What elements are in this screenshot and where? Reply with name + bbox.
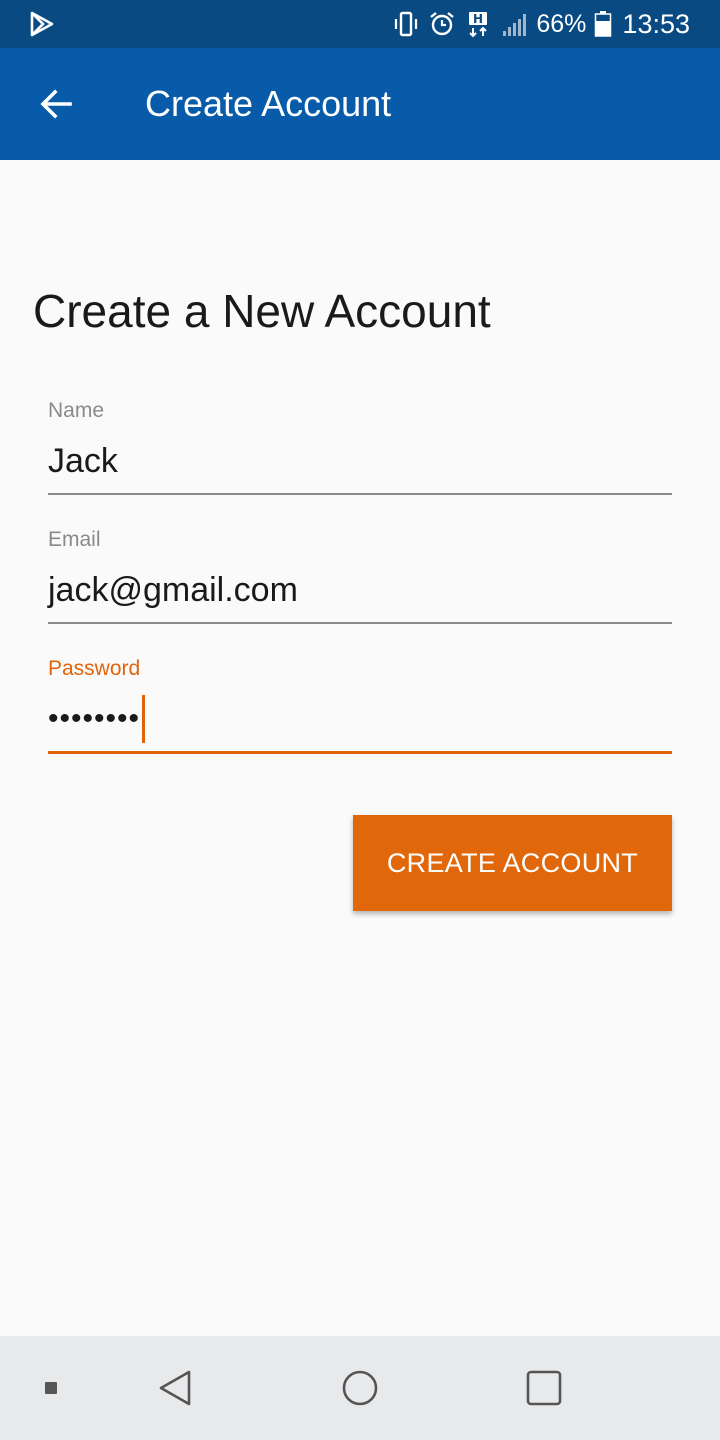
clock: 13:53 xyxy=(622,8,690,39)
page-title: Create a New Account xyxy=(33,285,491,337)
app-bar: Create Account xyxy=(0,48,720,160)
nav-recents-button[interactable] xyxy=(522,1366,566,1410)
back-triangle-icon xyxy=(159,1370,191,1406)
email-field-label: Email xyxy=(48,528,101,551)
hplus-data-icon: H xyxy=(469,12,488,38)
password-field-label: Password xyxy=(48,657,141,680)
battery-percent: 66% xyxy=(536,9,587,38)
alarm-icon xyxy=(430,12,455,36)
nav-back-button[interactable] xyxy=(153,1366,197,1410)
status-bar: H 66% 13:53 xyxy=(0,0,720,48)
menu-dot-button[interactable] xyxy=(29,1366,73,1410)
name-field-underline xyxy=(48,493,672,495)
name-field[interactable]: Name Jack xyxy=(48,397,672,495)
name-input[interactable]: Jack xyxy=(48,435,672,487)
nav-home-button[interactable] xyxy=(338,1366,382,1410)
email-field-underline xyxy=(48,622,672,624)
status-icons: H 66% 13:53 xyxy=(392,0,690,48)
app-bar-title: Create Account xyxy=(145,83,392,124)
svg-text:H: H xyxy=(473,12,483,26)
password-input[interactable]: •••••••• xyxy=(48,693,672,745)
signal-icon xyxy=(503,14,527,36)
password-field-underline xyxy=(48,751,672,754)
create-account-button[interactable]: CREATE ACCOUNT xyxy=(353,815,672,911)
text-cursor xyxy=(142,695,146,743)
battery-icon xyxy=(595,11,612,37)
password-masked-value: •••••••• xyxy=(48,702,141,735)
menu-dot-icon xyxy=(45,1382,57,1394)
vibrate-icon xyxy=(395,11,418,37)
arrow-back-icon xyxy=(40,89,72,119)
recents-square-icon xyxy=(526,1370,562,1406)
back-button[interactable] xyxy=(24,76,88,132)
email-field[interactable]: Email jack@gmail.com xyxy=(48,526,672,624)
email-input[interactable]: jack@gmail.com xyxy=(48,564,672,616)
system-nav-bar xyxy=(0,1336,720,1440)
password-field[interactable]: Password •••••••• xyxy=(48,655,672,754)
play-store-icon xyxy=(30,11,54,37)
name-field-label: Name xyxy=(48,399,105,422)
home-circle-icon xyxy=(342,1370,378,1406)
create-account-screen: H 66% 13:53 Create Account Create a New … xyxy=(0,0,720,1440)
